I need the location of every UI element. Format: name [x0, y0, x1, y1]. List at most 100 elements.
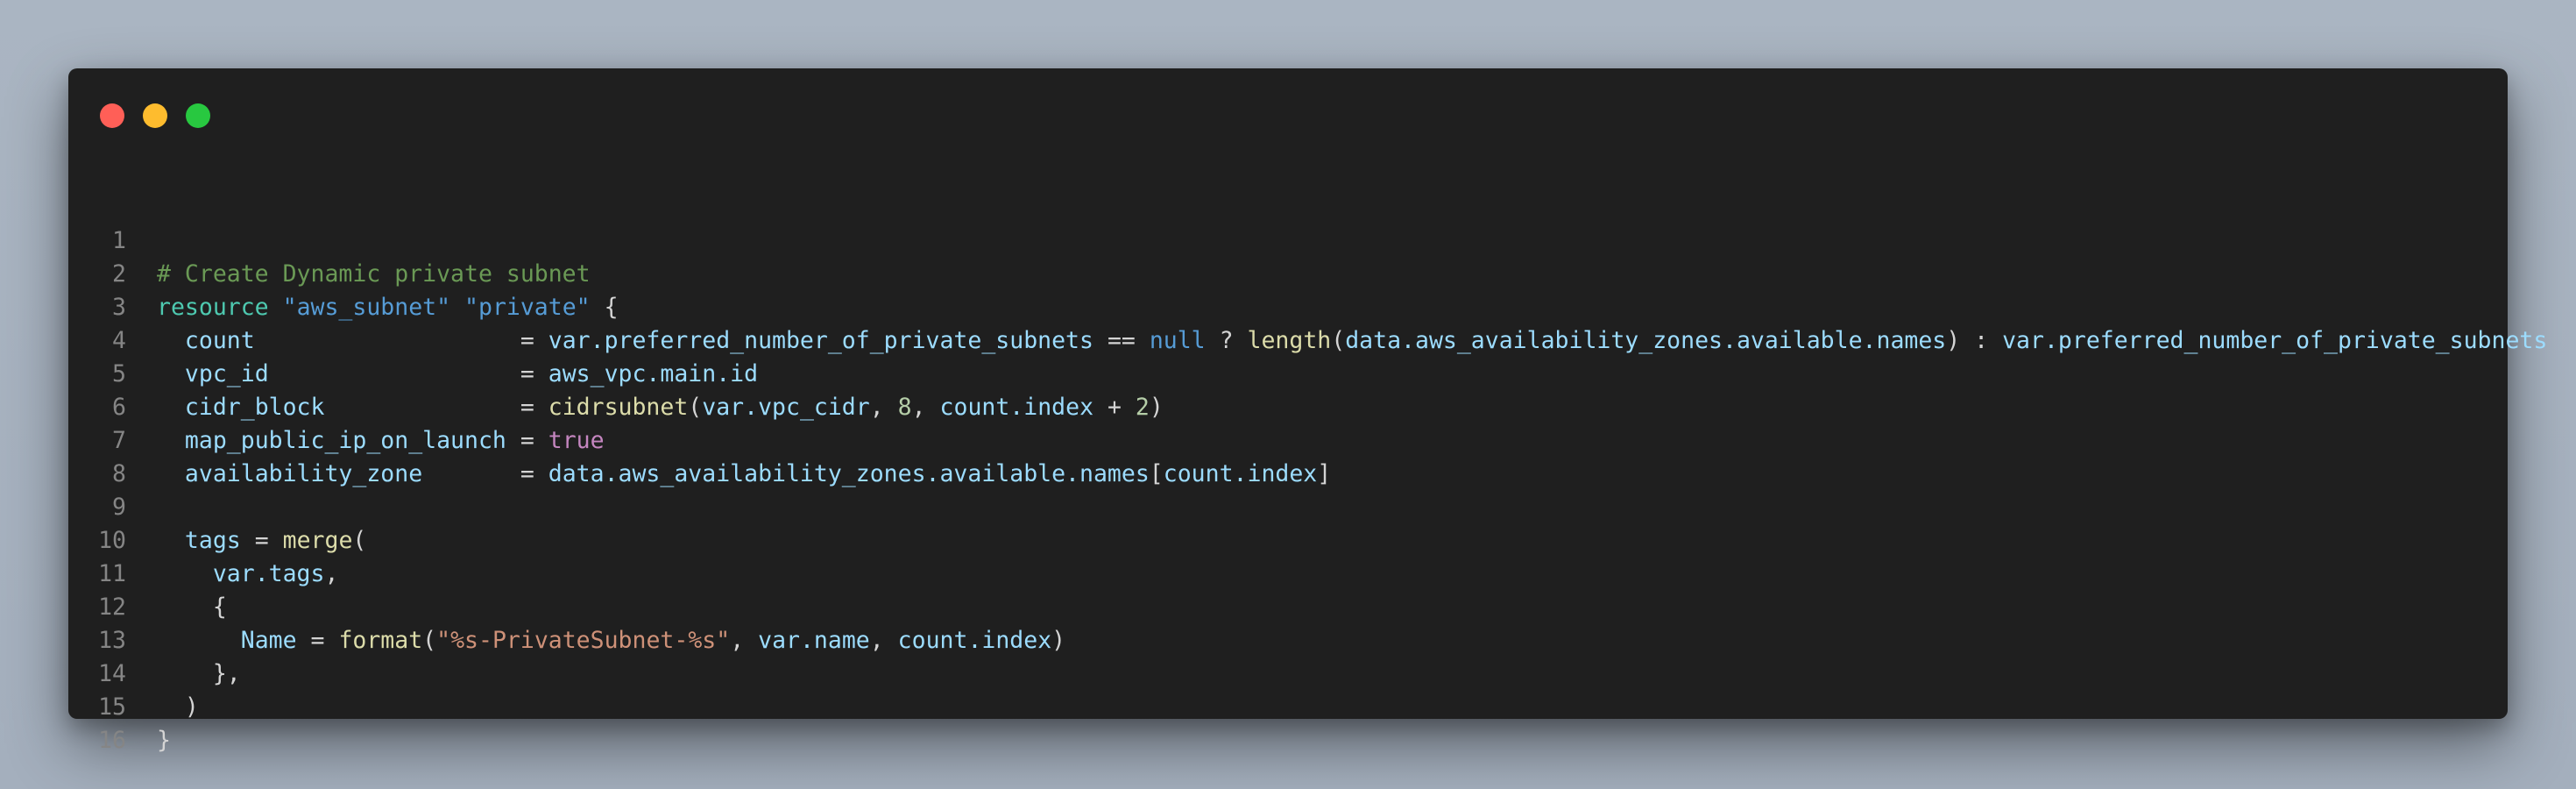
code-token: var.tags: [212, 560, 325, 587]
code-token: 2: [1135, 394, 1150, 421]
code-token: =: [268, 360, 548, 387]
code-text: }: [157, 724, 171, 757]
code-token: ): [1149, 394, 1164, 421]
code-text: map_public_ip_on_launch = true: [157, 424, 605, 458]
line-number: 15: [98, 693, 126, 721]
code-line: 12 {: [68, 591, 2508, 624]
code-token: true: [548, 427, 605, 454]
code-token: },: [157, 660, 241, 687]
code-token: 8: [897, 394, 912, 421]
code-token: format: [338, 627, 423, 654]
code-token: ): [1051, 627, 1066, 654]
line-number: 4: [112, 327, 126, 354]
code-token: ): [157, 693, 199, 721]
code-line: 8 availability_zone = data.aws_availabil…: [68, 458, 2508, 491]
code-text: Name = format("%s-PrivateSubnet-%s", var…: [157, 624, 1065, 658]
code-token: Name: [240, 627, 297, 654]
code-token: +: [1093, 394, 1136, 421]
code-token: =: [506, 427, 548, 454]
code-token: length: [1247, 327, 1332, 354]
code-line: 4 count = var.preferred_number_of_privat…: [68, 324, 2547, 358]
code-token: (: [352, 527, 367, 554]
line-number: 9: [112, 494, 126, 521]
code-line: 3 resource "aws_subnet" "private" {: [68, 291, 2508, 324]
code-text: tags = merge(: [157, 524, 366, 558]
code-line: 15 ): [68, 691, 2508, 724]
code-token: =: [422, 460, 548, 487]
code-token: data.aws_availability_zones.available.na…: [1345, 327, 1947, 354]
code-token: (: [1331, 327, 1346, 354]
code-text: cidr_block = cidrsubnet(var.vpc_cidr, 8,…: [157, 391, 1164, 424]
code-token: count.index: [897, 627, 1052, 654]
close-window-button[interactable]: [100, 103, 124, 128]
code-token: ,: [911, 394, 940, 421]
code-line: 7 map_public_ip_on_launch = true: [68, 424, 2508, 458]
code-token: null: [1149, 327, 1206, 354]
code-token: cidr_block: [184, 394, 325, 421]
line-number: 1: [112, 227, 126, 254]
code-token: {: [157, 594, 227, 621]
code-token: var.name: [758, 627, 870, 654]
code-token: =: [324, 394, 548, 421]
code-token: (: [688, 394, 703, 421]
line-number: 3: [112, 294, 126, 321]
code-token: ) :: [1946, 327, 2003, 354]
line-number: 8: [112, 460, 126, 487]
window-titlebar: [68, 68, 2508, 156]
line-number: 10: [98, 527, 126, 554]
code-token: }: [157, 727, 171, 754]
line-number: 2: [112, 260, 126, 288]
code-token: count.index: [939, 394, 1094, 421]
code-token: "private": [464, 294, 591, 321]
line-number: 11: [98, 560, 126, 587]
code-line: 1: [68, 224, 2508, 258]
code-token: tags: [184, 527, 241, 554]
code-line: 16}: [68, 724, 2508, 757]
code-token: ==: [1093, 327, 1150, 354]
code-text: availability_zone = data.aws_availabilit…: [157, 458, 1331, 491]
code-line: 5 vpc_id = aws_vpc.main.id: [68, 358, 2508, 391]
code-token: var.vpc_cidr: [702, 394, 870, 421]
code-text: # Create Dynamic private subnet: [157, 258, 591, 291]
line-number: 12: [98, 594, 126, 621]
line-number: 13: [98, 627, 126, 654]
code-token: map_public_ip_on_launch: [184, 427, 506, 454]
code-editor[interactable]: 1 2 # Create Dynamic private subnet 3 resour…: [68, 224, 2547, 757]
code-token: "aws_subnet": [282, 294, 451, 321]
code-text: resource "aws_subnet" "private" {: [157, 291, 619, 324]
code-line: 2 # Create Dynamic private subnet: [68, 258, 2508, 291]
code-window: 1 2 # Create Dynamic private subnet 3 resour…: [68, 68, 2547, 754]
code-token: vpc_id: [184, 360, 269, 387]
code-text: count = var.preferred_number_of_private_…: [157, 324, 2547, 358]
code-line: 13 Name = format("%s-PrivateSubnet-%s", …: [68, 624, 2508, 658]
code-token: {: [590, 294, 619, 321]
code-token: var.preferred_number_of_private_subnets: [548, 327, 1093, 354]
code-token: # Create Dynamic private subnet: [157, 260, 591, 288]
code-token: count: [184, 327, 255, 354]
code-text: vpc_id = aws_vpc.main.id: [157, 358, 758, 391]
code-text: },: [157, 658, 241, 691]
code-text: var.tags,: [157, 558, 339, 591]
code-token: var.preferred_number_of_private_subnets: [2002, 327, 2548, 354]
code-token: merge: [282, 527, 353, 554]
code-token: [: [1149, 460, 1164, 487]
code-line: 6 cidr_block = cidrsubnet(var.vpc_cidr, …: [68, 391, 2508, 424]
code-line: 10 tags = merge(: [68, 524, 2508, 558]
code-text: {: [157, 591, 227, 624]
code-token: ?: [1205, 327, 1248, 354]
code-token: =: [254, 327, 548, 354]
code-line: 11 var.tags,: [68, 558, 2508, 591]
code-token: =: [240, 527, 283, 554]
code-token: ,: [869, 394, 898, 421]
minimize-window-button[interactable]: [143, 103, 167, 128]
zoom-window-button[interactable]: [186, 103, 210, 128]
